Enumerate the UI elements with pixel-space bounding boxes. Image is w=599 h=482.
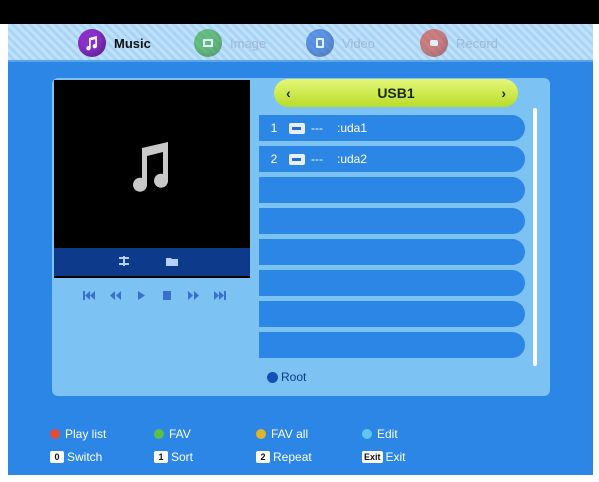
list-item[interactable]: 1 --- :uda1 — [259, 115, 525, 141]
fav-all-label: FAV all — [271, 427, 309, 441]
root-label: Root — [281, 370, 307, 384]
help-bar: Play list FAV FAV all Edit 0 Switch 1 So… — [8, 416, 593, 475]
fav-label: FAV — [169, 427, 191, 441]
file-list: 1 --- :uda1 2 --- :uda2 — [259, 115, 525, 363]
repeat-label: Repeat — [273, 450, 312, 464]
top-border — [0, 0, 599, 24]
record-icon — [420, 29, 448, 57]
switch-label: Switch — [67, 450, 103, 464]
switch-hint: 0 Switch — [50, 450, 102, 464]
repeat-icon — [119, 256, 129, 266]
music-note-icon — [133, 142, 169, 192]
empty-row[interactable] — [259, 239, 525, 265]
repeat-hint: 2 Repeat — [256, 450, 312, 464]
play-icon[interactable] — [134, 290, 149, 301]
empty-row[interactable] — [259, 301, 525, 327]
empty-row[interactable] — [259, 270, 525, 296]
red-button-icon — [50, 429, 60, 439]
sort-hint: 1 Sort — [154, 450, 193, 464]
key-1-icon: 1 — [154, 451, 168, 463]
tab-image-label: Image — [230, 35, 267, 51]
row-separator: --- — [311, 152, 323, 166]
blue-button-icon — [362, 429, 372, 439]
next-device-arrow[interactable]: › — [501, 85, 506, 101]
skip-forward-icon[interactable] — [212, 290, 227, 301]
exit-key-icon: Exit — [362, 451, 383, 463]
stop-icon[interactable] — [160, 290, 175, 301]
preview-status-bar — [54, 248, 250, 276]
music-note-icon — [78, 29, 106, 57]
tab-record[interactable]: Record — [420, 28, 498, 58]
edit-label: Edit — [377, 427, 398, 441]
tab-music-label: Music — [114, 35, 151, 51]
edit-hint: Edit — [362, 427, 398, 441]
row-number: 1 — [270, 121, 278, 135]
exit-label: Exit — [385, 450, 406, 464]
green-button-icon — [154, 429, 164, 439]
tab-record-label: Record — [456, 35, 498, 51]
yellow-button-icon — [256, 429, 266, 439]
tab-music[interactable]: Music — [78, 28, 151, 58]
play-list-label: Play list — [65, 427, 107, 441]
media-player-screen: Music Image Video Record ‹ USB1 › 1 --- … — [8, 24, 593, 475]
scrollbar[interactable] — [533, 108, 537, 366]
tab-image[interactable]: Image — [194, 28, 266, 58]
rewind-icon[interactable] — [108, 290, 123, 301]
sort-label: Sort — [171, 450, 194, 464]
video-icon — [306, 29, 334, 57]
row-number: 2 — [270, 152, 278, 166]
ok-button-icon — [267, 371, 278, 383]
fav-all-hint: FAV all — [256, 427, 308, 441]
row-separator: --- — [311, 121, 323, 135]
tab-video[interactable]: Video — [306, 28, 375, 58]
partition-name: :uda1 — [337, 121, 368, 135]
empty-row[interactable] — [259, 332, 525, 358]
image-icon — [194, 29, 222, 57]
fast-forward-icon[interactable] — [186, 290, 201, 301]
key-0-icon: 0 — [50, 451, 64, 463]
screen: Music Image Video Record ‹ USB1 › 1 --- … — [0, 0, 599, 482]
partition-name: :uda2 — [337, 152, 368, 166]
folder-icon — [166, 258, 178, 266]
fav-hint: FAV — [154, 427, 191, 441]
playback-controls — [82, 290, 227, 301]
usb-device-title: USB1 — [377, 85, 415, 101]
skip-back-icon[interactable] — [82, 290, 97, 301]
usb-drive-icon — [289, 153, 305, 165]
tab-video-label: Video — [342, 35, 376, 51]
empty-row[interactable] — [259, 177, 525, 203]
usb-drive-icon — [289, 122, 305, 134]
root-hint[interactable]: Root — [267, 370, 306, 384]
empty-row[interactable] — [259, 208, 525, 234]
list-item[interactable]: 2 --- :uda2 — [259, 146, 525, 172]
browser-panel: ‹ USB1 › 1 --- :uda1 2 --- :uda2 Root — [52, 78, 550, 396]
key-2-icon: 2 — [256, 451, 270, 463]
usb-device-selector[interactable]: ‹ USB1 › — [274, 79, 518, 107]
play-list-hint: Play list — [50, 427, 106, 441]
tab-bar: Music Image Video Record — [8, 24, 593, 62]
exit-hint: Exit Exit — [362, 450, 406, 464]
